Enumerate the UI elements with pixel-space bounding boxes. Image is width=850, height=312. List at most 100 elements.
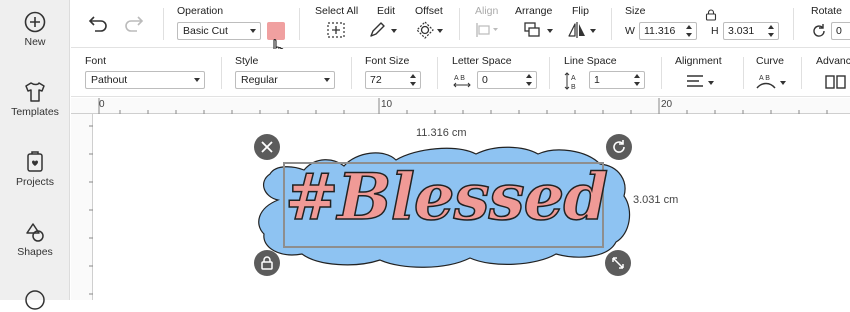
horizontal-ruler: 0 10 20 <box>71 98 850 114</box>
rotate-icon-button[interactable] <box>811 23 827 42</box>
height-label: H <box>711 25 719 37</box>
svg-text:A: A <box>571 75 576 82</box>
left-sidebar: New Templates Projects Shapes <box>0 0 70 310</box>
ruler-label-20: 20 <box>661 99 673 110</box>
stepper-icon[interactable] <box>410 74 418 86</box>
letter-space-label: Letter Space <box>452 55 512 67</box>
font-select[interactable]: Pathout <box>85 71 205 89</box>
arrange-label: Arrange <box>515 5 553 17</box>
flip-icon <box>568 22 585 38</box>
sidebar-item-label: Shapes <box>17 246 53 258</box>
divider <box>437 57 438 89</box>
rotate-icon <box>813 24 825 37</box>
shapes-icon <box>26 223 44 242</box>
height-input[interactable]: 3.031 <box>723 22 779 40</box>
height-readout: 3.031 cm <box>633 194 679 206</box>
text-alignment-button[interactable] <box>685 73 705 92</box>
sidebar-item-new[interactable]: New <box>0 10 70 48</box>
chevron-down-icon <box>250 29 256 33</box>
chevron-down-icon <box>780 81 786 85</box>
edit-button[interactable] <box>367 21 387 42</box>
stepper-icon[interactable] <box>526 74 534 86</box>
edit-label: Edit <box>377 5 396 17</box>
stepper-icon[interactable] <box>634 74 642 86</box>
style-value: Regular <box>241 74 278 86</box>
stepper-icon[interactable] <box>768 25 776 37</box>
close-icon <box>261 141 273 153</box>
advanced-label: Advanc <box>816 55 850 67</box>
redo-icon <box>125 16 144 32</box>
shirt-icon <box>25 82 45 102</box>
sidebar-item-shapes[interactable]: Shapes <box>0 220 70 258</box>
svg-text:A B: A B <box>759 75 770 82</box>
width-input[interactable]: 11.316 <box>639 22 697 40</box>
canvas-text-object[interactable]: #Blessed <box>276 150 616 246</box>
divider <box>743 57 744 89</box>
lock-icon <box>261 256 273 270</box>
globe-icon <box>25 290 45 310</box>
chevron-down-icon <box>324 78 330 82</box>
operation-label: Operation <box>177 5 224 17</box>
divider <box>801 57 802 89</box>
offset-button[interactable] <box>415 21 435 42</box>
chevron-down-icon <box>590 29 596 33</box>
rotate-value: 0 <box>836 25 842 37</box>
divider <box>793 8 794 40</box>
sidebar-item-label: Projects <box>16 176 54 188</box>
chevron-down-icon <box>391 29 397 33</box>
width-label: W <box>625 25 635 37</box>
curve-label: Curve <box>756 55 785 67</box>
ungroup-icon <box>825 75 846 89</box>
select-all-button[interactable] <box>326 21 346 42</box>
divider <box>611 8 612 40</box>
size-label: Size <box>625 5 646 17</box>
sidebar-item-projects[interactable]: Projects <box>0 150 70 188</box>
offset-label: Offset <box>415 5 443 17</box>
arrange-button[interactable] <box>523 21 543 42</box>
curve-button[interactable]: A B <box>755 71 777 94</box>
sidebar-item-label: Templates <box>11 106 59 118</box>
sidebar-item-more[interactable] <box>0 288 70 312</box>
operation-select[interactable]: Basic Cut <box>177 22 261 40</box>
undo-button[interactable] <box>87 15 109 36</box>
align-left-icon <box>687 75 703 87</box>
resize-diagonal-icon <box>612 257 624 269</box>
offset-icon <box>416 21 434 39</box>
style-label: Style <box>235 55 259 67</box>
divider <box>661 57 662 89</box>
align-button[interactable] <box>475 22 499 41</box>
select-all-label: Select All <box>315 5 359 17</box>
width-value: 11.316 <box>644 25 676 37</box>
rotate-icon <box>613 140 625 153</box>
chevron-down-icon <box>437 29 443 33</box>
flip-button[interactable] <box>567 21 587 42</box>
projects-icon <box>27 151 43 172</box>
rotate-input[interactable]: 0 <box>831 22 850 40</box>
arrange-icon <box>524 22 540 37</box>
lock-proportions-button[interactable] <box>705 9 717 24</box>
align-label: Align <box>475 5 499 17</box>
delete-handle[interactable] <box>254 134 280 160</box>
lock-handle[interactable] <box>254 250 280 276</box>
line-space-input[interactable]: 1 <box>589 71 645 89</box>
curve-text-icon: A B <box>756 75 776 89</box>
redo-button[interactable] <box>123 15 145 36</box>
plus-circle-icon <box>24 11 46 33</box>
rotate-handle[interactable] <box>606 134 632 160</box>
letter-space-value: 0 <box>482 74 488 86</box>
style-select[interactable]: Regular <box>235 71 335 89</box>
advanced-button[interactable] <box>825 74 847 93</box>
stepper-icon[interactable] <box>686 25 694 37</box>
width-readout: 11.316 cm <box>416 127 467 139</box>
resize-handle[interactable] <box>605 250 631 276</box>
svg-text:B: B <box>571 84 576 91</box>
font-value: Pathout <box>91 74 128 86</box>
sidebar-item-templates[interactable]: Templates <box>0 80 70 118</box>
pencil-icon <box>370 22 385 37</box>
letter-space-input[interactable]: 0 <box>477 71 537 89</box>
text-toolbar: Font Pathout Style Regular Font Size 72 … <box>71 49 850 97</box>
svg-text:A B: A B <box>454 75 465 82</box>
font-size-input[interactable]: 72 <box>365 71 421 89</box>
divider <box>549 57 550 89</box>
ruler-label-10: 10 <box>381 99 393 110</box>
